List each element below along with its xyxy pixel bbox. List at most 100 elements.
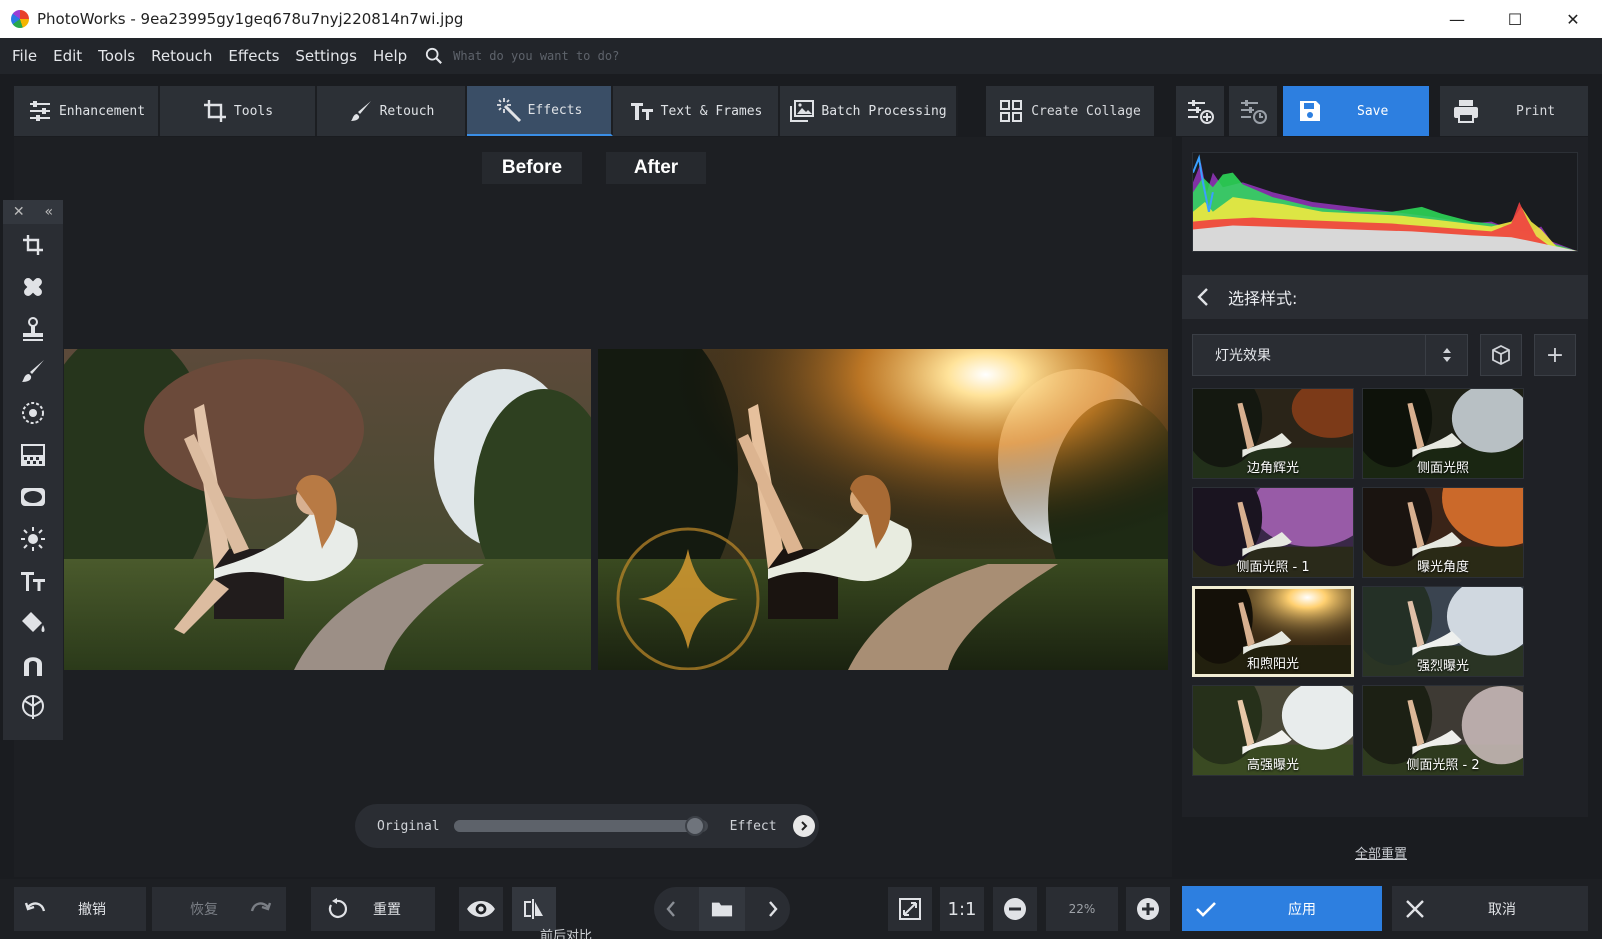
preset-thumbnail-selected[interactable]: 和煦阳光 [1192,586,1354,677]
zoom-out-icon [1004,898,1026,920]
tool-fill[interactable] [3,602,63,644]
cancel-label: 取消 [1488,901,1516,918]
reset-button[interactable]: 重置 [311,887,435,931]
magic-wand-icon [496,98,521,123]
tool-brush[interactable] [3,350,63,392]
tab-retouch[interactable]: Retouch [317,86,467,136]
slider-thumb[interactable] [684,816,705,836]
preset-label: 侧面光照 [1416,461,1469,476]
tool-healing[interactable] [3,266,63,308]
tab-effects[interactable]: Effects [467,86,613,136]
previous-image-icon[interactable] [665,899,677,919]
style-header-title: 选择样式: [1228,289,1298,308]
tool-liquify[interactable] [3,644,63,686]
chevron-right-icon [800,821,808,831]
preset-thumbnail[interactable]: 边角辉光 [1192,388,1354,479]
zoom-in-icon [1137,898,1159,920]
menu-edit[interactable]: Edit [45,47,90,65]
folder-icon [711,902,733,917]
tool-radial[interactable] [3,392,63,434]
preset-thumbnail[interactable]: 侧面光照 - 1 [1192,487,1354,578]
create-collage-label: Create Collage [1031,103,1141,119]
maximize-button[interactable]: ☐ [1486,0,1544,38]
rotate-reset-icon [328,898,348,918]
preset-label: 侧面光照 - 1 [1236,560,1310,575]
preset-thumbnail[interactable]: 高强曝光 [1192,685,1354,776]
menu-settings[interactable]: Settings [287,47,365,65]
add-preset-button[interactable]: + [1534,334,1576,376]
tool-gradient[interactable] [3,434,63,476]
gradient-filter-icon [21,444,45,466]
preset-category-select[interactable]: 灯光效果 [1192,334,1468,376]
tool-vignette[interactable] [3,476,63,518]
zoom-level[interactable]: 22% [1046,887,1118,931]
close-icon [1406,899,1424,918]
cancel-button[interactable]: 取消 [1392,886,1588,931]
tab-batch-processing[interactable]: Batch Processing [780,86,958,136]
title-bar: PhotoWorks - 9ea23995gy1geq678u7nyj22081… [0,0,1602,38]
effect-label: Effect [729,818,777,834]
tool-light[interactable] [3,518,63,560]
slider-track[interactable] [453,816,708,836]
menu-file[interactable]: File [4,47,45,65]
back-arrow-icon[interactable] [1196,287,1210,307]
fit-to-screen-button[interactable] [888,887,932,931]
tab-tools[interactable]: Tools [160,86,317,136]
print-button[interactable]: Print [1440,86,1588,136]
tab-enhancement[interactable]: Enhancement [14,86,160,136]
menu-effects[interactable]: Effects [220,47,287,65]
open-folder-button[interactable] [699,887,745,931]
presets-library-button[interactable] [1480,334,1522,376]
redo-label: 恢复 [190,902,218,918]
reset-all-link[interactable]: 全部重置 [1355,843,1407,862]
rotate-crop-icon [23,235,43,255]
undo-label: 撤销 [78,902,106,918]
zoom-in-button[interactable] [1126,887,1170,931]
close-button[interactable]: ✕ [1544,0,1602,38]
tab-retouch-label: Retouch [379,103,435,119]
stamp-icon [23,317,43,341]
brush-icon [22,360,44,382]
zoom-out-button[interactable] [993,887,1037,931]
preset-thumbnail[interactable]: 侧面光照 - 2 [1362,685,1524,776]
collapse-strip-icon[interactable]: « [45,204,54,220]
tool-geometry[interactable] [3,686,63,728]
geometry-icon [22,695,44,719]
collage-icon [1000,100,1023,122]
search-input[interactable] [453,49,714,63]
preview-toggle-button[interactable] [459,887,503,931]
add-adjustment-button[interactable] [1176,86,1224,136]
create-collage-button[interactable]: Create Collage [986,86,1154,136]
tool-text[interactable] [3,560,63,602]
apply-button[interactable]: 应用 [1182,886,1382,931]
undo-button[interactable]: 撤销 [14,887,146,931]
histogram [1192,152,1578,252]
after-label: After [606,152,706,184]
tab-text-frames[interactable]: Text & Frames [613,86,780,136]
menu-bar: File Edit Tools Retouch Effects Settings… [0,38,1602,74]
tool-rotate-crop[interactable] [3,224,63,266]
actual-size-button[interactable]: 1:1 [940,887,984,931]
preset-thumbnail[interactable]: 侧面光照 [1362,388,1524,479]
image-navigation [654,887,790,931]
preset-label: 高强曝光 [1246,758,1299,773]
next-effect-button[interactable] [792,815,815,837]
bandage-icon [24,278,42,296]
minimize-button[interactable]: — [1428,0,1486,38]
window-controls: — ☐ ✕ [1428,0,1602,38]
menu-retouch[interactable]: Retouch [143,47,220,65]
text-icon [630,103,653,120]
menu-tools[interactable]: Tools [90,47,143,65]
printer-icon [1454,100,1478,123]
redo-button[interactable]: 恢复 [152,887,286,931]
tool-clone-stamp[interactable] [3,308,63,350]
preset-thumbnail[interactable]: 强烈曝光 [1362,586,1524,677]
floppy-disk-icon [1300,101,1320,121]
sliders-plus-icon [1188,100,1214,124]
preset-thumbnail[interactable]: 曝光角度 [1362,487,1524,578]
close-strip-icon[interactable]: ✕ [13,204,25,220]
menu-help[interactable]: Help [365,47,415,65]
next-image-icon[interactable] [767,899,779,919]
adjustment-history-button[interactable] [1229,86,1277,136]
save-button[interactable]: Save [1283,86,1429,136]
